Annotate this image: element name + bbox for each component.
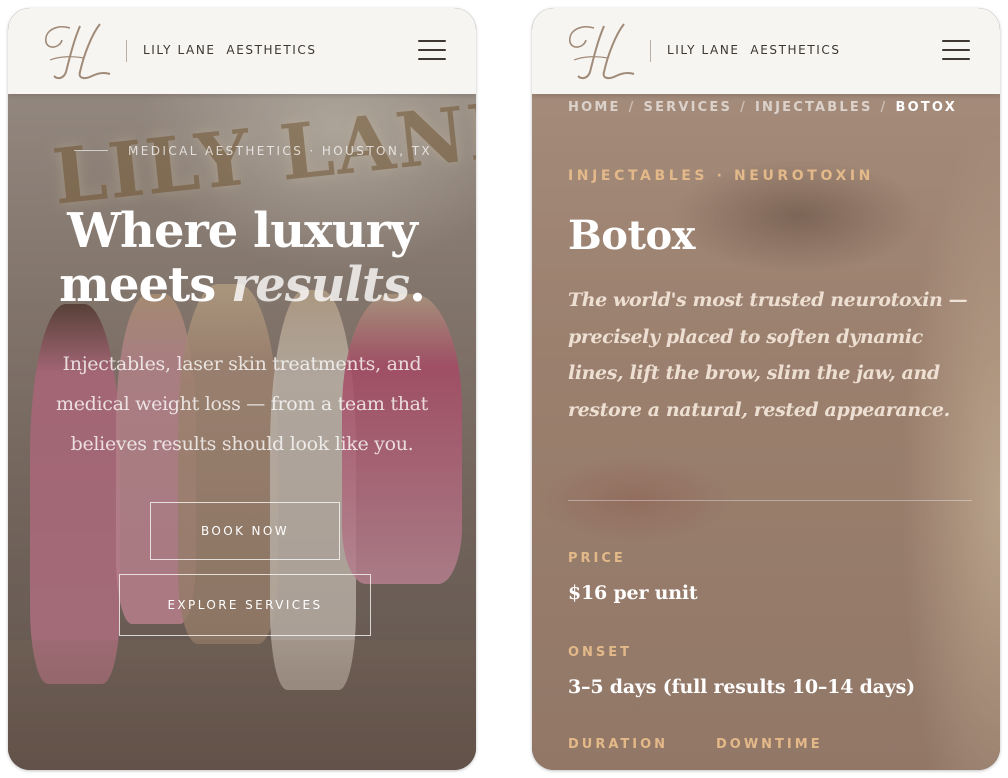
detail-title: Botox	[568, 212, 696, 259]
price-label: PRICE	[568, 551, 626, 566]
hamburger-menu-icon[interactable]	[418, 40, 446, 62]
detail-eyebrow: INJECTABLES · NEUROTOXIN	[568, 168, 874, 184]
site-header: LILY LANE AESTHETICS	[8, 8, 476, 94]
breadcrumb-home[interactable]: HOME	[568, 100, 621, 115]
duration-label: DURATION	[568, 737, 669, 752]
hero-title: Where luxury meets results.	[8, 204, 476, 312]
logo-monogram-icon[interactable]	[40, 20, 112, 82]
hero-title-emphasis: results	[230, 257, 410, 313]
hero-eyebrow: MEDICAL AESTHETICS · HOUSTON, TX	[128, 144, 433, 158]
downtime-label: DOWNTIME	[716, 737, 823, 752]
service-detail-screen: HOME / SERVICES / INJECTABLES / BOTOX INJECTAB…	[532, 8, 1000, 770]
detail-lede: The world's most trusted neurotoxin — pr…	[568, 289, 968, 421]
detail-section: HOME / SERVICES / INJECTABLES / BOTOX INJECTAB…	[532, 94, 1000, 770]
hero-title-period: .	[409, 257, 426, 313]
breadcrumb-separator: /	[740, 100, 748, 115]
breadcrumb-separator: /	[880, 100, 888, 115]
breadcrumb-injectables[interactable]: INJECTABLES	[755, 100, 873, 115]
explore-services-button[interactable]: EXPLORE SERVICES	[119, 574, 371, 636]
onset-label: ONSET	[568, 645, 633, 660]
breadcrumb-services[interactable]: SERVICES	[644, 100, 733, 115]
home-screen: LILY LANE MEDICAL AESTHETICS · HOUSTON, …	[8, 8, 476, 770]
breadcrumb: HOME / SERVICES / INJECTABLES / BOTOX	[568, 100, 957, 115]
detail-divider	[568, 500, 972, 501]
brand-divider	[126, 40, 127, 62]
brand-name[interactable]: LILY LANE AESTHETICS	[143, 43, 317, 57]
price-value: $16 per unit	[568, 582, 698, 604]
hamburger-menu-icon[interactable]	[942, 40, 970, 62]
hero-title-line1: Where luxury	[67, 203, 418, 259]
brand-name[interactable]: LILY LANE AESTHETICS	[667, 43, 841, 57]
onset-value: 3–5 days (full results 10–14 days)	[568, 676, 915, 698]
logo-monogram-icon[interactable]	[564, 20, 636, 82]
breadcrumb-current: BOTOX	[895, 100, 957, 115]
site-header: LILY LANE AESTHETICS	[532, 8, 1000, 94]
brand-divider	[650, 40, 651, 62]
hero-subtitle: Injectables, laser skin treatments, and …	[55, 353, 428, 455]
hero-title-meets: meets	[59, 257, 231, 313]
book-now-button[interactable]: BOOK NOW	[150, 502, 340, 560]
hero-section: MEDICAL AESTHETICS · HOUSTON, TX Where l…	[8, 94, 476, 770]
eyebrow-rule	[74, 150, 108, 151]
breadcrumb-separator: /	[628, 100, 636, 115]
